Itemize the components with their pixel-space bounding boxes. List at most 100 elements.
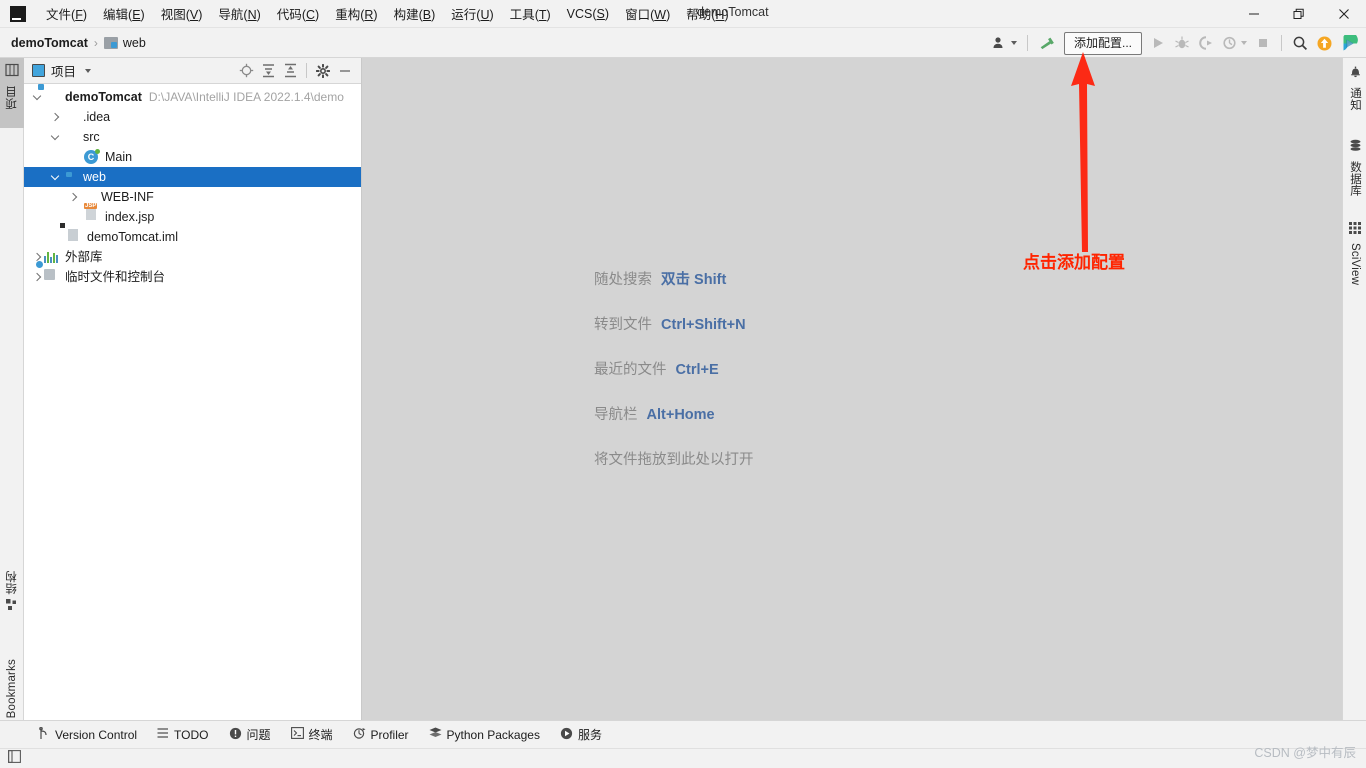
tree-node-web[interactable]: web xyxy=(24,167,361,187)
account-button[interactable] xyxy=(988,31,1021,55)
tree-node-idea[interactable]: .idea xyxy=(24,107,361,127)
search-everywhere-button[interactable] xyxy=(1288,31,1312,55)
sidebar-item-sciview[interactable]: SciView xyxy=(1343,216,1366,304)
bottom-item-label: TODO xyxy=(174,727,209,742)
sidebar-item-notifications[interactable]: 通知 xyxy=(1343,60,1366,122)
minimize-button[interactable] xyxy=(1231,0,1276,28)
chevron-down-icon[interactable] xyxy=(85,68,92,73)
hint-drop-files: 将文件拖放到此处以打开 xyxy=(594,448,754,469)
chevron-down-icon xyxy=(1010,41,1017,45)
profile-button[interactable] xyxy=(1218,31,1251,55)
bottom-item-label: Profiler xyxy=(370,727,409,742)
hint-label: 将文件拖放到此处以打开 xyxy=(594,452,754,468)
bottom-item-version-control[interactable]: Version Control xyxy=(28,724,147,746)
sidebar-label-database: 数据库 xyxy=(1349,161,1361,197)
feature-trainer-button[interactable] xyxy=(1337,31,1362,55)
editor-hints: 随处搜索 双击 Shift 转到文件 Ctrl+Shift+N 最近的文件 Ct… xyxy=(594,268,754,493)
expand-toggle-icon[interactable] xyxy=(30,272,44,282)
sidebar-item-project[interactable]: 项目 xyxy=(0,58,24,128)
database-icon xyxy=(1349,139,1362,157)
breadcrumb-web[interactable]: web xyxy=(103,36,146,50)
stop-button[interactable] xyxy=(1251,31,1275,55)
navigation-bar: demoTomcat › web 添加配置... xyxy=(0,28,1366,58)
sidebar-item-database[interactable]: 数据库 xyxy=(1343,134,1366,204)
hint-shortcut: 双击 Shift xyxy=(661,272,727,288)
bottom-item-todo[interactable]: TODO xyxy=(147,724,218,745)
tree-node-external-libraries[interactable]: 外部库 xyxy=(24,247,361,267)
locate-icon[interactable] xyxy=(236,61,256,81)
expand-toggle-icon[interactable] xyxy=(30,91,44,102)
watermark: CSDN @梦中有辰 xyxy=(1254,746,1356,760)
menu-vcs[interactable]: VCS(S) xyxy=(559,3,617,25)
tree-node-demotomcat[interactable]: demoTomcat D:\JAVA\IntelliJ IDEA 2022.1.… xyxy=(24,87,361,107)
menu-run[interactable]: 运行(U) xyxy=(443,0,501,27)
collapse-all-icon[interactable] xyxy=(280,61,300,81)
jsp-file-icon: JSP xyxy=(84,203,100,225)
menu-view[interactable]: 视图(V) xyxy=(153,0,211,27)
bottom-item-profiler[interactable]: Profiler xyxy=(343,724,419,746)
maximize-button[interactable] xyxy=(1276,0,1321,28)
project-panel-header: 项目 xyxy=(24,58,361,84)
sidebar-item-structure[interactable]: 结构 xyxy=(0,566,24,634)
tree-node-index-jsp[interactable]: JSP index.jsp xyxy=(24,203,361,227)
expand-toggle-icon[interactable] xyxy=(30,252,44,262)
project-tool-window: 项目 demoTomcat D:\JAVA\IntelliJ IDEA 2022… xyxy=(24,58,362,720)
module-icon xyxy=(44,89,60,105)
menu-refactor[interactable]: 重构(R) xyxy=(327,0,385,27)
menu-file[interactable]: 文件(F) xyxy=(38,0,95,27)
hint-shortcut: Ctrl+Shift+N xyxy=(661,317,746,333)
hint-label: 最近的文件 xyxy=(594,362,667,378)
menu-edit[interactable]: 编辑(E) xyxy=(95,0,153,27)
run-coverage-button[interactable] xyxy=(1194,31,1218,55)
hint-shortcut: Ctrl+E xyxy=(675,362,719,378)
layout-icon[interactable] xyxy=(8,749,21,768)
tree-node-scratches[interactable]: 临时文件和控制台 xyxy=(24,260,361,287)
sidebar-label-structure: 结构 xyxy=(6,571,18,595)
menu-tools[interactable]: 工具(T) xyxy=(502,0,559,27)
tree-node-iml[interactable]: demoTomcat.iml xyxy=(24,223,361,247)
update-project-button[interactable] xyxy=(1312,31,1337,55)
hint-label: 导航栏 xyxy=(594,407,638,423)
close-button[interactable] xyxy=(1321,0,1366,28)
tree-node-web-inf[interactable]: WEB-INF xyxy=(24,187,361,207)
bottom-item-label: 服务 xyxy=(577,728,602,742)
hide-icon[interactable] xyxy=(335,61,355,81)
tree-node-main[interactable]: C Main xyxy=(24,147,361,167)
expand-toggle-icon[interactable] xyxy=(48,112,62,122)
sidebar-label-project: 项目 xyxy=(6,86,18,110)
window-controls xyxy=(1231,0,1366,28)
tree-label: index.jsp xyxy=(105,210,155,224)
bottom-item-problems[interactable]: 问题 xyxy=(219,723,281,746)
menu-navigate[interactable]: 导航(N) xyxy=(210,0,268,27)
breadcrumb-separator: › xyxy=(93,35,98,50)
list-icon xyxy=(157,727,169,742)
bottom-item-label: 问题 xyxy=(246,728,271,742)
settings-gear-icon[interactable] xyxy=(313,61,333,81)
grid-icon xyxy=(1349,221,1361,239)
main-toolbar: 添加配置... xyxy=(988,28,1366,58)
window-title: demoTomcat xyxy=(697,5,769,19)
expand-toggle-icon[interactable] xyxy=(48,131,62,142)
bell-icon xyxy=(1349,65,1362,83)
menu-build[interactable]: 构建(B) xyxy=(386,0,444,27)
hint-navigation-bar: 导航栏 Alt+Home xyxy=(594,403,754,424)
sidebar-label-bookmarks: Bookmarks xyxy=(6,659,18,719)
bottom-item-services[interactable]: 服务 xyxy=(550,723,612,746)
folder-icon xyxy=(62,109,78,125)
project-icon xyxy=(32,64,45,77)
expand-all-icon[interactable] xyxy=(258,61,278,81)
tree-label: web xyxy=(83,170,106,184)
breadcrumb-project[interactable]: demoTomcat xyxy=(11,36,88,50)
menu-code[interactable]: 代码(C) xyxy=(269,0,327,27)
tree-node-src[interactable]: src xyxy=(24,127,361,147)
debug-button[interactable] xyxy=(1170,31,1194,55)
scratches-icon xyxy=(35,260,60,285)
editor-empty-area[interactable]: 随处搜索 双击 Shift 转到文件 Ctrl+Shift+N 最近的文件 Ct… xyxy=(362,58,1342,720)
expand-toggle-icon[interactable] xyxy=(66,192,80,202)
run-button[interactable] xyxy=(1146,31,1170,55)
project-panel-title: 项目 xyxy=(51,65,77,79)
bottom-item-terminal[interactable]: 终端 xyxy=(281,723,343,746)
expand-toggle-icon[interactable] xyxy=(48,171,62,182)
menu-window[interactable]: 窗口(W) xyxy=(617,0,678,27)
bottom-item-python-packages[interactable]: Python Packages xyxy=(419,724,550,745)
